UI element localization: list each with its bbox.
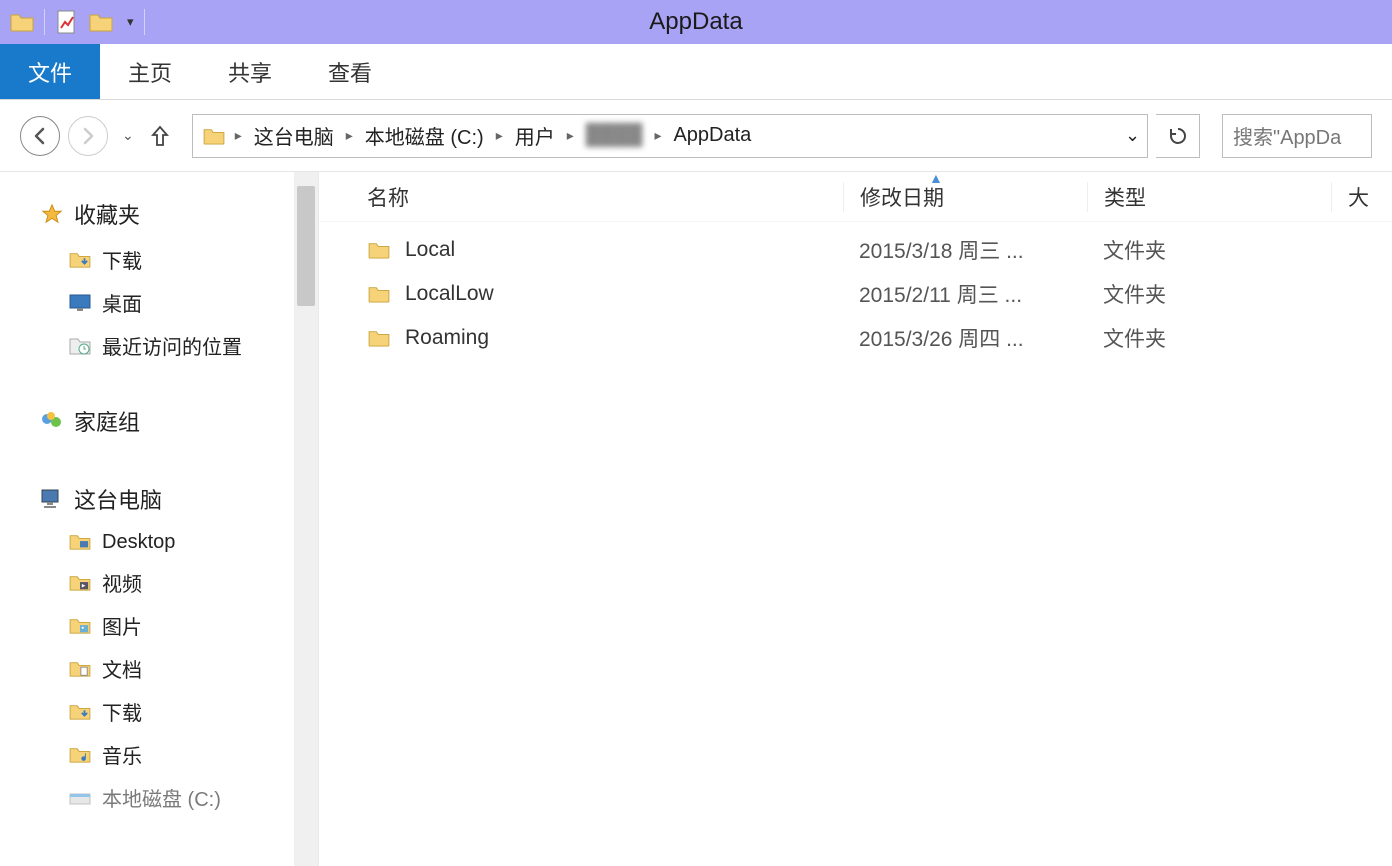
column-header-type[interactable]: 类型	[1087, 182, 1331, 212]
qat-dropdown-icon[interactable]: ▾	[123, 14, 134, 30]
tab-home[interactable]: 主页	[100, 44, 200, 99]
sidebar-item-recent[interactable]: 最近访问的位置	[40, 324, 318, 367]
breadcrumb-users[interactable]: 用户	[507, 115, 563, 157]
chevron-right-icon[interactable]: ▸	[563, 115, 578, 157]
separator	[44, 9, 45, 35]
window-title: AppData	[0, 8, 1392, 36]
address-bar[interactable]: ▸ 这台电脑 ▸ 本地磁盘 (C:) ▸ 用户 ▸ ████ ▸ AppData…	[192, 114, 1148, 158]
navigation-bar: ⌄ ▸ 这台电脑 ▸ 本地磁盘 (C:) ▸ 用户 ▸ ████ ▸ AppDa…	[0, 100, 1392, 172]
file-row[interactable]: Local 2015/3/18 周三 ...文件夹	[319, 228, 1392, 272]
new-folder-icon[interactable]	[89, 10, 113, 34]
star-icon	[40, 202, 64, 226]
file-name: Roaming	[405, 326, 489, 350]
sidebar-item-pc-downloads[interactable]: 下载	[40, 690, 318, 733]
file-name: Local	[405, 238, 455, 262]
sidebar-item-desktop[interactable]: 桌面	[40, 281, 318, 324]
chevron-right-icon[interactable]: ▸	[650, 115, 665, 157]
up-button[interactable]	[148, 125, 172, 147]
sidebar-item-documents[interactable]: 文档	[40, 647, 318, 690]
file-type: 文件夹	[1087, 235, 1331, 265]
recent-locations-dropdown[interactable]: ⌄	[116, 127, 140, 144]
folder-icon	[367, 326, 391, 350]
tab-file[interactable]: 文件	[0, 44, 100, 99]
breadcrumb-thispc[interactable]: 这台电脑	[246, 115, 342, 157]
folder-icon	[367, 238, 391, 262]
sidebar-item-pictures[interactable]: 图片	[40, 604, 318, 647]
refresh-button[interactable]	[1156, 114, 1200, 158]
separator	[144, 9, 145, 35]
folder-pictures-icon	[68, 614, 92, 638]
column-header-size[interactable]: 大	[1331, 182, 1392, 212]
homegroup-icon	[40, 409, 64, 433]
sidebar-item-downloads[interactable]: 下载	[40, 238, 318, 281]
title-bar: ▾ AppData	[0, 0, 1392, 44]
search-input[interactable]: 搜索"AppDa	[1222, 114, 1372, 158]
quick-access-toolbar: ▾	[0, 9, 145, 35]
sidebar-homegroup[interactable]: 家庭组	[40, 397, 318, 445]
sidebar-favorites[interactable]: 收藏夹	[40, 190, 318, 238]
folder-videos-icon	[68, 571, 92, 595]
sidebar-item-music[interactable]: 音乐	[40, 733, 318, 776]
folder-icon	[10, 10, 34, 34]
tab-view[interactable]: 查看	[300, 44, 400, 99]
sidebar-item-drive-c[interactable]: 本地磁盘 (C:)	[40, 776, 318, 819]
column-header-date[interactable]: 修改日期	[843, 182, 1087, 212]
back-button[interactable]	[20, 116, 60, 156]
sort-indicator-icon: ▲	[929, 170, 943, 186]
search-placeholder: 搜索"AppDa	[1233, 121, 1341, 150]
computer-icon	[40, 487, 64, 511]
folder-documents-icon	[68, 657, 92, 681]
tab-share[interactable]: 共享	[200, 44, 300, 99]
file-list-pane: ▲ 名称 修改日期 类型 大 Local2015/3/18 周三 ...文件夹L…	[318, 172, 1392, 866]
chevron-right-icon[interactable]: ▸	[231, 115, 246, 157]
file-type: 文件夹	[1087, 323, 1331, 353]
breadcrumb-drive-c[interactable]: 本地磁盘 (C:)	[357, 115, 492, 157]
folder-icon	[367, 282, 391, 306]
file-date: 2015/3/26 周四 ...	[843, 323, 1087, 353]
drive-icon	[68, 786, 92, 810]
chevron-right-icon[interactable]: ▸	[492, 115, 507, 157]
scrollbar-thumb[interactable]	[297, 186, 315, 306]
homegroup-label: 家庭组	[74, 405, 140, 437]
sidebar-thispc[interactable]: 这台电脑	[40, 475, 318, 523]
desktop-icon	[68, 291, 92, 315]
recent-icon	[68, 334, 92, 358]
forward-button[interactable]	[68, 116, 108, 156]
file-row[interactable]: LocalLow 2015/2/11 周三 ...文件夹	[319, 272, 1392, 316]
file-date: 2015/3/18 周三 ...	[843, 235, 1087, 265]
folder-download-icon	[68, 248, 92, 272]
sidebar-item-videos[interactable]: 视频	[40, 561, 318, 604]
breadcrumb-appdata[interactable]: AppData	[665, 115, 759, 157]
chevron-right-icon[interactable]: ▸	[342, 115, 357, 157]
properties-icon[interactable]	[55, 10, 79, 34]
thispc-label: 这台电脑	[74, 483, 162, 515]
file-date: 2015/2/11 周三 ...	[843, 279, 1087, 309]
file-name: LocalLow	[405, 282, 494, 306]
column-headers: ▲ 名称 修改日期 类型 大	[319, 172, 1392, 222]
folder-music-icon	[68, 743, 92, 767]
file-type: 文件夹	[1087, 279, 1331, 309]
folder-icon	[68, 530, 92, 554]
navigation-pane: 收藏夹 下载 桌面 最近访问的位置 家庭组 这台电脑	[0, 172, 318, 866]
breadcrumb-username[interactable]: ████	[578, 115, 651, 157]
favorites-label: 收藏夹	[74, 198, 140, 230]
folder-icon	[193, 127, 231, 145]
address-dropdown-icon[interactable]: ⌄	[1117, 115, 1147, 157]
sidebar-item-pc-desktop[interactable]: Desktop	[40, 523, 318, 561]
column-header-name[interactable]: 名称	[319, 182, 843, 212]
ribbon-tabs: 文件 主页 共享 查看	[0, 44, 1392, 100]
file-row[interactable]: Roaming 2015/3/26 周四 ...文件夹	[319, 316, 1392, 360]
folder-download-icon	[68, 700, 92, 724]
sidebar-scrollbar[interactable]	[294, 172, 318, 866]
